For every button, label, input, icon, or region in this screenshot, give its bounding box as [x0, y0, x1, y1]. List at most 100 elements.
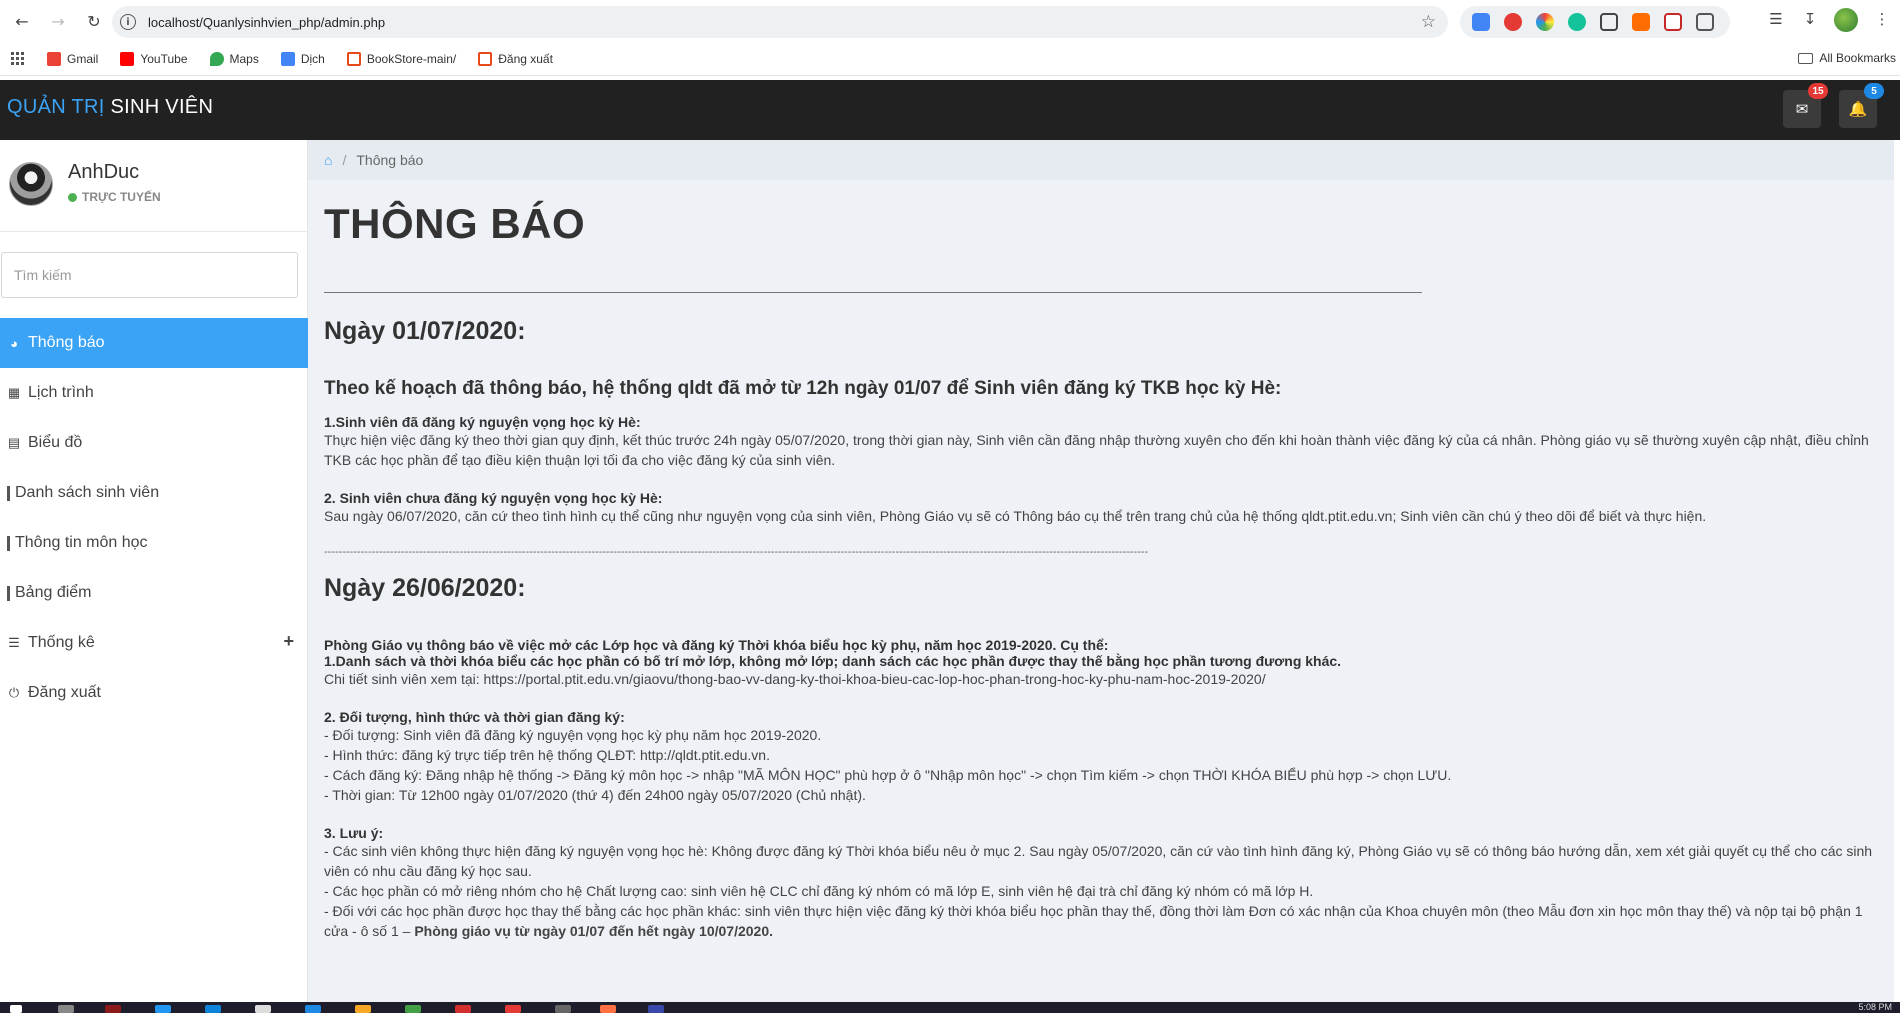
sidebar-item-thong-ke[interactable]: ☰ Thống kê +	[0, 618, 308, 668]
envelope-icon: ✉	[1795, 100, 1809, 118]
section-divider: ----------------------------------------…	[324, 546, 1148, 558]
sidebar-item-label: Bảng điểm	[15, 584, 92, 601]
sidebar: AnhDuc TRỰC TUYẾN Tìm kiếm ◕ Thông báo ▦…	[0, 140, 308, 1002]
bell-icon: 🔔	[1848, 100, 1868, 118]
title-divider	[324, 292, 1422, 293]
app-taskbar-icon[interactable]	[105, 1005, 121, 1013]
image-extension-icon[interactable]	[1600, 13, 1618, 31]
app-taskbar-icon[interactable]	[355, 1005, 371, 1013]
app-taskbar-icon[interactable]	[505, 1005, 521, 1013]
bar-icon	[7, 535, 10, 551]
section2-p2-line: - Thời gian: Từ 12h00 ngày 01/07/2020 (t…	[324, 787, 866, 803]
breadcrumb-current: Thông báo	[356, 152, 424, 168]
bookmark-bookstore[interactable]: BookStore-main/	[346, 51, 456, 66]
menu-dots-icon[interactable]: ⋮	[1872, 10, 1892, 30]
app-taskbar-icon[interactable]	[155, 1005, 171, 1013]
sync-extension-icon[interactable]	[1632, 13, 1650, 31]
messages-badge: 15	[1808, 83, 1828, 99]
bookmark-label: YouTube	[140, 51, 188, 66]
profile-avatar[interactable]	[1834, 8, 1858, 32]
sidebar-item-label: Thống kê	[28, 634, 95, 651]
save-extension-icon[interactable]	[1664, 13, 1682, 31]
sidebar-item-thong-tin-mon-hoc[interactable]: Thông tin môn học	[0, 518, 308, 568]
clock: 5:08 PM	[1858, 1002, 1892, 1012]
translate-extension-icon[interactable]	[1472, 13, 1490, 31]
section2-p3-last: - Đối với các học phần được học thay thế…	[324, 901, 1884, 941]
list-icon: ☰	[8, 635, 20, 650]
app-taskbar-icon[interactable]	[600, 1005, 616, 1013]
section2-p2-line: - Hình thức: đăng ký trực tiếp trên hệ t…	[324, 747, 770, 763]
bookmark-gmail[interactable]: Gmail	[47, 51, 99, 66]
sidebar-item-label: Thông báo	[28, 334, 105, 351]
section2-p1-text: Chi tiết sinh viên xem tại: https://port…	[324, 671, 1266, 687]
bar-icon	[7, 585, 10, 601]
home-icon[interactable]: ⌂	[324, 152, 332, 168]
sidebar-item-label: Đăng xuất	[28, 684, 101, 701]
bar-icon	[7, 485, 10, 501]
all-bookmarks[interactable]: All Bookmarks	[1798, 51, 1896, 65]
section1-p2-text: Sau ngày 06/07/2020, căn cứ theo tình hì…	[324, 508, 1707, 524]
notifications-button[interactable]: 🔔 5	[1839, 83, 1884, 128]
bookmark-star-icon[interactable]: ☆	[1421, 12, 1436, 32]
back-icon[interactable]: ←	[8, 7, 36, 35]
user-status-label: TRỰC TUYẾN	[82, 190, 161, 204]
messages-button[interactable]: ✉ 15	[1783, 83, 1828, 128]
bookmark-label: Gmail	[67, 51, 99, 66]
color-extension-icon[interactable]	[1536, 13, 1554, 31]
bookmark-youtube[interactable]: YouTube	[120, 51, 188, 66]
app-taskbar-icon[interactable]	[648, 1005, 664, 1013]
start-icon[interactable]	[10, 1005, 22, 1013]
app-taskbar-icon[interactable]	[455, 1005, 471, 1013]
apps-grid-icon[interactable]	[11, 51, 25, 66]
section1-p1-text: Thực hiện việc đăng ký theo thời gian qu…	[324, 432, 1869, 468]
brand-logo[interactable]: QUẢN TRỊ SINH VIÊN	[7, 96, 213, 119]
section2-p2-title: 2. Đối tượng, hình thức và thời gian đăn…	[324, 709, 625, 725]
search-taskbar-icon[interactable]	[58, 1005, 74, 1013]
address-bar[interactable]: i localhost/Quanlysinhvien_php/admin.php…	[112, 6, 1448, 38]
sidebar-item-danh-sach-sinh-vien[interactable]: Danh sách sinh viên	[0, 468, 308, 518]
folder-icon	[1798, 52, 1814, 64]
os-taskbar: 5:08 PM	[0, 1002, 1900, 1013]
forward-icon[interactable]: →	[44, 7, 72, 35]
sidebar-item-bang-diem[interactable]: Bảng điểm	[0, 568, 308, 618]
youtube-icon	[120, 51, 135, 66]
bookmark-label: Đăng xuất	[498, 51, 553, 66]
puzzle-extensions-icon[interactable]	[1696, 13, 1714, 31]
url-text[interactable]: localhost/Quanlysinhvien_php/admin.php	[148, 15, 385, 30]
sidebar-item-thong-bao[interactable]: ◕ Thông báo	[0, 318, 308, 368]
adblock-extension-icon[interactable]	[1504, 13, 1522, 31]
app-header: QUẢN TRỊ SINH VIÊN ✉ 15 🔔 5	[0, 80, 1900, 140]
avatar[interactable]	[9, 162, 53, 206]
bookmark-dich[interactable]: Dịch	[280, 51, 325, 66]
maps-icon	[209, 51, 224, 66]
reload-icon[interactable]: ↻	[80, 7, 108, 35]
app-taskbar-icon[interactable]	[555, 1005, 571, 1013]
translate-icon	[280, 51, 295, 66]
app-taskbar-icon[interactable]	[405, 1005, 421, 1013]
main-content: ⌂ / Thông báo THÔNG BÁO Ngày 01/07/2020:…	[308, 140, 1894, 1002]
sidebar-item-lich-trinh[interactable]: ▦ Lịch trình	[0, 368, 308, 418]
app-taskbar-icon[interactable]	[255, 1005, 271, 1013]
sidebar-item-bieu-do[interactable]: ▤ Biểu đồ	[0, 418, 308, 468]
section2-p2-line: - Cách đăng ký: Đăng nhập hệ thống -> Đă…	[324, 767, 1452, 783]
site-info-icon[interactable]: i	[120, 14, 136, 30]
search-input[interactable]: Tìm kiếm	[1, 252, 298, 298]
user-status: TRỰC TUYẾN	[68, 190, 161, 204]
logout-bookmark-icon	[478, 51, 493, 66]
search-placeholder: Tìm kiếm	[14, 267, 72, 283]
page-title: THÔNG BÁO	[324, 200, 586, 247]
section2-p3-title: 3. Lưu ý:	[324, 825, 384, 841]
bookmark-dangxuat[interactable]: Đăng xuất	[478, 51, 553, 66]
power-icon: ⏻	[8, 685, 20, 700]
sidebar-item-dang-xuat[interactable]: ⏻ Đăng xuất	[0, 668, 308, 718]
section2-p3-line: - Các học phần có mở riêng nhóm cho hệ C…	[324, 883, 1314, 899]
app-taskbar-icon[interactable]	[205, 1005, 221, 1013]
bookmark-maps[interactable]: Maps	[209, 51, 259, 66]
grammarly-extension-icon[interactable]	[1568, 13, 1586, 31]
online-dot-icon	[68, 192, 77, 202]
bar-chart-icon: ▤	[7, 435, 21, 450]
reading-list-icon[interactable]: ☰	[1766, 10, 1786, 30]
download-icon[interactable]: ↧	[1800, 10, 1820, 30]
expand-plus-icon[interactable]: +	[283, 631, 294, 652]
app-taskbar-icon[interactable]	[305, 1005, 321, 1013]
